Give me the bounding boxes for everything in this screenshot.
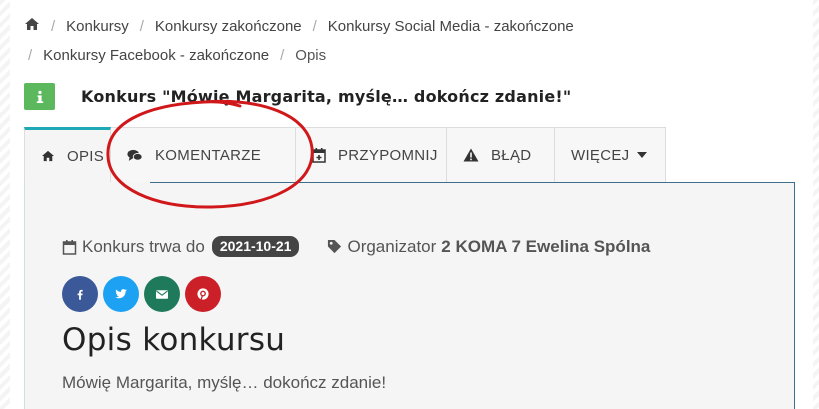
end-date-badge: 2021-10-21 (211, 236, 300, 257)
share-twitter-button[interactable] (103, 276, 139, 312)
organizer-label: Organizator (347, 236, 437, 256)
tab-blad[interactable]: BŁĄD (447, 127, 555, 183)
breadcrumb-konkursy-zakonczone[interactable]: Konkursy zakończone (155, 12, 302, 41)
contest-meta: Konkurs trwa do 2021-10-21 Organizator 2… (62, 236, 650, 257)
breadcrumb: / Konkursy / Konkursy zakończone / Konku… (24, 12, 804, 70)
info-icon (36, 90, 43, 103)
home-icon (25, 18, 39, 30)
breadcrumb-social-media[interactable]: Konkursy Social Media - zakończone (328, 12, 574, 41)
tag-icon (328, 239, 342, 254)
share-pinterest-button[interactable] (185, 276, 221, 312)
contest-description: Mówię Margarita, myślę… dokończ zdanie! (62, 373, 387, 392)
twitter-icon (115, 289, 127, 299)
tab-label: WIĘCEJ (571, 146, 630, 164)
breadcrumb-separator: / (51, 18, 56, 35)
section-heading: Opis konkursu (62, 322, 286, 358)
breadcrumb-separator: / (28, 47, 33, 64)
tab-label: OPIS (67, 147, 105, 165)
share-facebook-button[interactable] (62, 276, 98, 312)
comments-icon (127, 149, 143, 161)
calendar-plus-icon (312, 148, 326, 163)
tab-przypomnij[interactable]: PRZYPOMNIJ (296, 127, 447, 183)
envelope-icon (156, 289, 168, 299)
share-buttons (62, 276, 226, 312)
tab-label: KOMENTARZE (155, 146, 262, 164)
tab-label: BŁĄD (491, 146, 532, 164)
breadcrumb-home[interactable] (24, 12, 40, 41)
organizer: Organizator 2 KOMA 7 Ewelina Spólna (327, 237, 650, 257)
tab-wiecej-dropdown[interactable]: WIĘCEJ (555, 127, 666, 183)
tab-bar: OPIS KOMENTARZE PRZYPOMNIJ BŁĄD WIĘCEJ (24, 127, 666, 183)
warning-icon (463, 148, 479, 162)
breadcrumb-separator: / (280, 47, 285, 64)
caret-down-icon (637, 152, 648, 158)
panel-border-line (150, 182, 795, 183)
breadcrumb-konkursy[interactable]: Konkursy (66, 12, 129, 41)
page-edge-texture-left (0, 0, 10, 409)
breadcrumb-separator: / (312, 18, 317, 35)
page-title: Konkurs "Mówię Margarita, myślę… dokończ… (81, 87, 572, 106)
breadcrumb-row: / Konkursy Facebook - zakończone / Opis (24, 41, 804, 70)
info-badge (24, 83, 55, 110)
share-email-button[interactable] (144, 276, 180, 312)
page-edge-texture-right (813, 0, 819, 409)
home-icon (42, 150, 54, 162)
tab-label: PRZYPOMNIJ (338, 146, 438, 164)
breadcrumb-separator: / (139, 18, 144, 35)
duration-label: Konkurs trwa do (82, 236, 205, 256)
contest-title-row: Konkurs "Mówię Margarita, myślę… dokończ… (24, 83, 571, 110)
tab-opis[interactable]: OPIS (24, 127, 111, 183)
breadcrumb-current-opis: Opis (295, 47, 327, 64)
facebook-icon (77, 289, 83, 300)
calendar-icon (62, 239, 77, 255)
breadcrumb-row: / Konkursy / Konkursy zakończone / Konku… (24, 12, 804, 41)
organizer-name[interactable]: 2 KOMA 7 Ewelina Spólna (441, 237, 650, 257)
tab-komentarze[interactable]: KOMENTARZE (111, 127, 296, 183)
pinterest-icon (197, 288, 209, 300)
breadcrumb-facebook[interactable]: Konkursy Facebook - zakończone (43, 41, 269, 70)
